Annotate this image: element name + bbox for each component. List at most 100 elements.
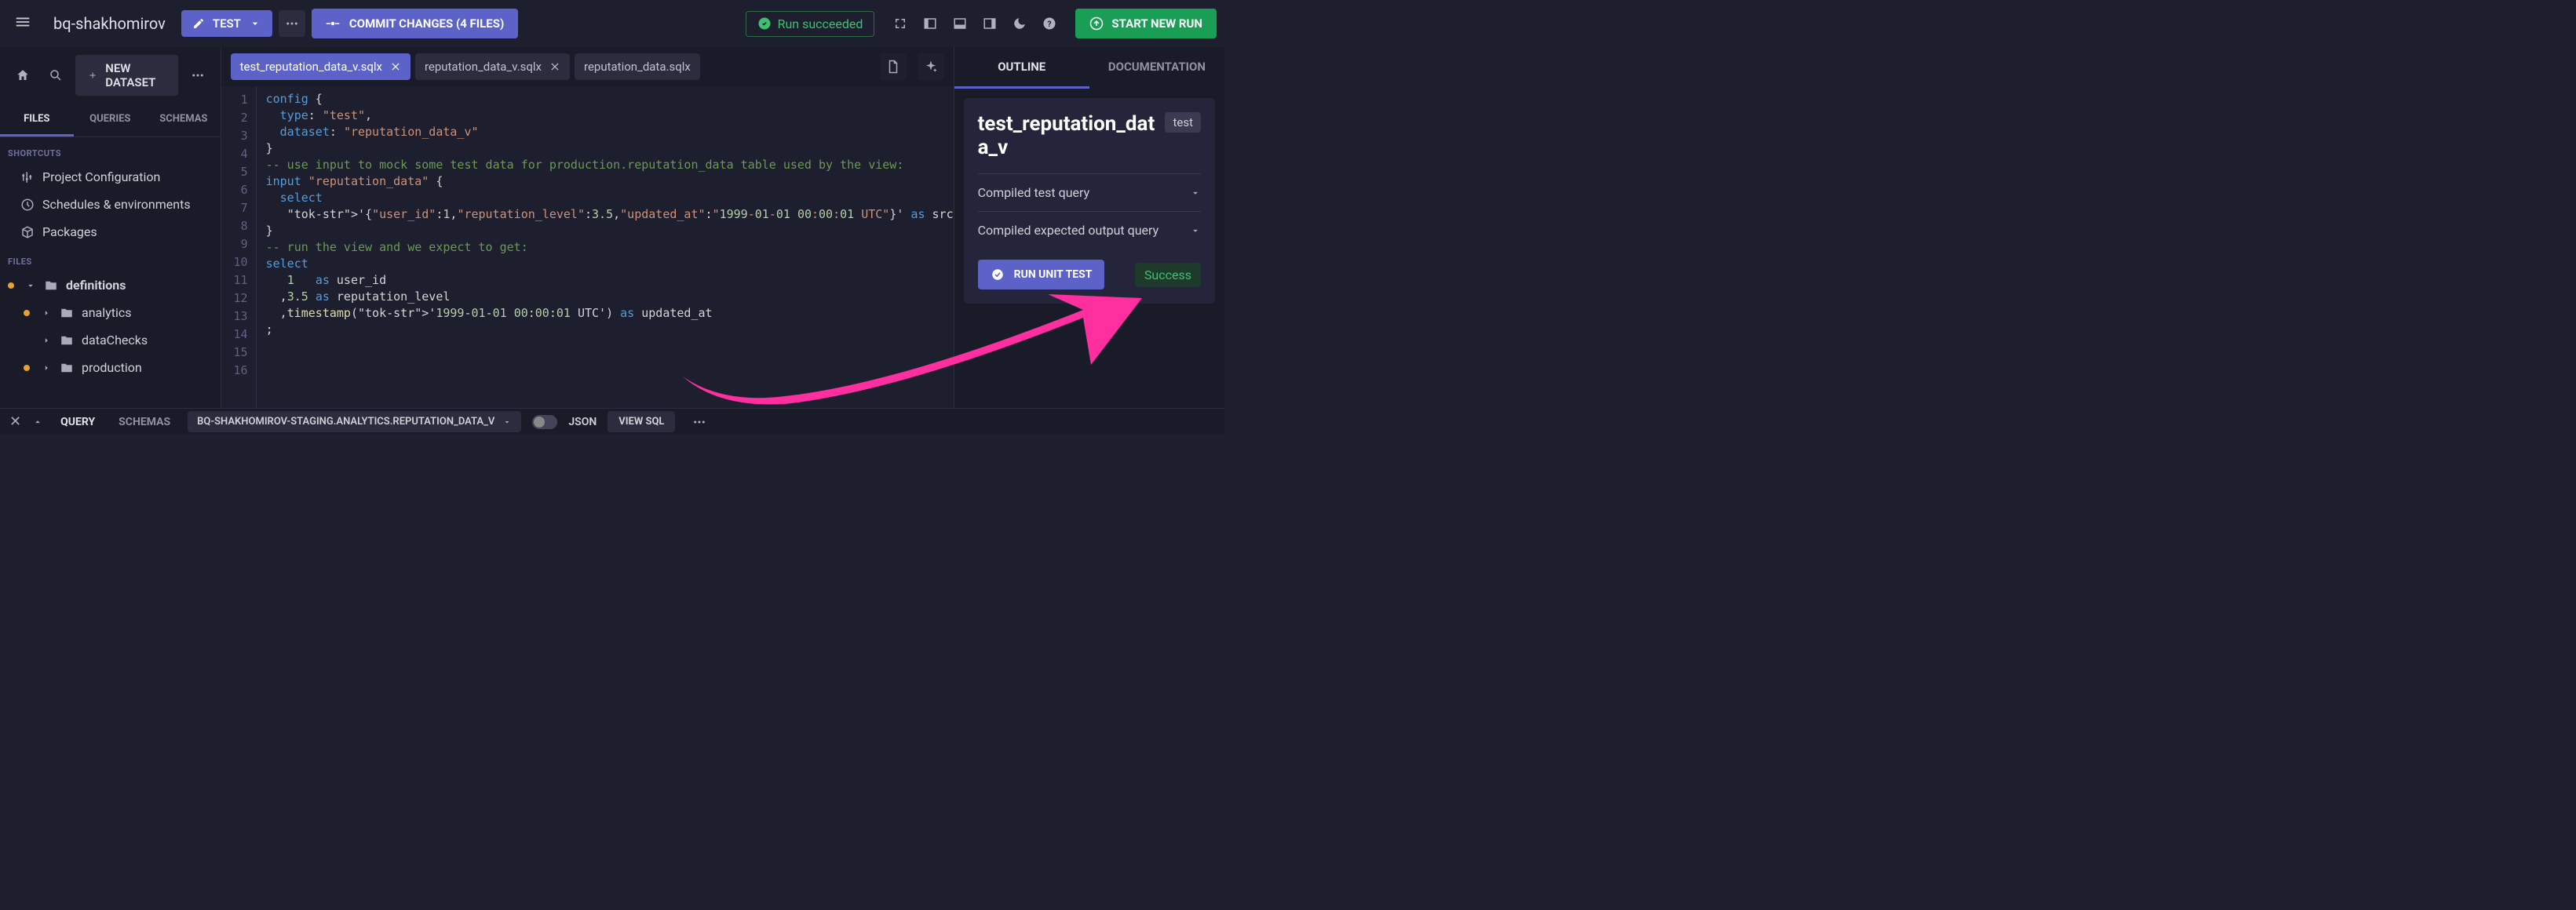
rpanel-tab-outline[interactable]: OUTLINE: [954, 47, 1089, 89]
theme-button[interactable]: [1006, 10, 1033, 37]
commit-icon: [326, 16, 340, 31]
editor-tab-label: reputation_data_v.sqlx: [425, 60, 542, 74]
file-tree-item-definitions[interactable]: definitions: [0, 271, 221, 299]
file-tree-item-datachecks[interactable]: dataChecks: [0, 326, 221, 354]
editor-tab[interactable]: test_reputation_data_v.sqlx: [231, 53, 410, 80]
folder-icon: [60, 361, 74, 375]
home-button[interactable]: [9, 62, 36, 89]
package-icon: [20, 225, 35, 239]
folder-icon: [44, 278, 58, 293]
shortcut-project-config[interactable]: Project Configuration: [0, 163, 221, 191]
panel-right-button[interactable]: [976, 10, 1003, 37]
modified-dot: [24, 365, 30, 371]
accordion-compiled-test[interactable]: Compiled test query: [978, 173, 1201, 211]
search-button[interactable]: [42, 62, 69, 89]
bottom-tab-schemas[interactable]: SCHEMAS: [112, 410, 177, 435]
help-icon: ?: [1042, 16, 1056, 31]
chevron-right-icon: [41, 362, 52, 373]
fullscreen-icon: [893, 16, 907, 31]
start-run-button[interactable]: START NEW RUN: [1075, 9, 1217, 38]
run-status-label: Run succeeded: [778, 16, 863, 31]
editor-ai-button[interactable]: [918, 53, 944, 80]
check-circle-icon: [757, 16, 772, 31]
dataset-label: BQ-SHAKHOMIROV-STAGING.ANALYTICS.REPUTAT…: [197, 416, 494, 428]
shortcut-label: Packages: [42, 224, 97, 239]
file-label: production: [82, 360, 142, 375]
expand-icon[interactable]: [32, 417, 43, 428]
type-badge: test: [1165, 112, 1201, 133]
modified-dot: [24, 310, 30, 316]
svg-text:?: ?: [1048, 19, 1052, 29]
chevron-down-icon: [1190, 225, 1201, 236]
commit-button[interactable]: COMMIT CHANGES (4 FILES): [312, 9, 518, 38]
editor-tab[interactable]: reputation_data.sqlx: [575, 53, 700, 80]
file-icon: [886, 60, 900, 74]
new-dataset-label: NEW DATASET: [105, 61, 165, 89]
right-panel: OUTLINE DOCUMENTATION test_reputation_da…: [954, 47, 1224, 408]
test-button-label: TEST: [213, 16, 241, 31]
accordion-label: Compiled expected output query: [978, 223, 1159, 238]
editor-tab[interactable]: reputation_data_v.sqlx: [415, 53, 570, 80]
bottom-tab-query[interactable]: QUERY: [54, 410, 101, 435]
file-tree-item-production[interactable]: production: [0, 354, 221, 381]
folder-icon: [60, 306, 74, 320]
start-run-label: START NEW RUN: [1111, 16, 1202, 31]
run-unit-label: RUN UNIT TEST: [1014, 268, 1093, 281]
sidebar-more-button[interactable]: [184, 62, 211, 89]
sidebar: NEW DATASET FILES QUERIES SCHEMAS SHORTC…: [0, 47, 221, 408]
sliders-icon: [20, 170, 35, 184]
project-name: bq-shakhomirov: [44, 14, 175, 33]
close-icon[interactable]: [549, 61, 560, 72]
chevron-right-icon: [41, 335, 52, 346]
panel-bottom-button[interactable]: [947, 10, 973, 37]
modified-dot: [8, 282, 14, 289]
sidebar-tab-files[interactable]: FILES: [0, 104, 74, 136]
view-sql-button[interactable]: VIEW SQL: [608, 411, 675, 432]
dots-icon: [191, 68, 205, 82]
editor-file-button[interactable]: [880, 53, 907, 80]
sidebar-tab-schemas[interactable]: SCHEMAS: [147, 104, 221, 136]
test-status-badge: Success: [1135, 263, 1201, 287]
editor-tab-label: reputation_data.sqlx: [584, 60, 691, 74]
menu-button[interactable]: [8, 7, 38, 40]
help-button[interactable]: ?: [1036, 10, 1063, 37]
chevron-down-icon: [249, 17, 261, 30]
home-icon: [16, 68, 30, 82]
fullscreen-button[interactable]: [887, 10, 914, 37]
run-status-badge[interactable]: Run succeeded: [746, 11, 875, 37]
search-icon: [49, 68, 63, 82]
accordion-compiled-expected[interactable]: Compiled expected output query: [978, 211, 1201, 249]
file-tree-item-analytics[interactable]: analytics: [0, 299, 221, 326]
sidebar-tab-queries[interactable]: QUERIES: [74, 104, 148, 136]
run-unit-test-button[interactable]: RUN UNIT TEST: [978, 260, 1105, 289]
dataset-selector[interactable]: BQ-SHAKHOMIROV-STAGING.ANALYTICS.REPUTAT…: [188, 411, 521, 432]
bottom-close-button[interactable]: ✕: [9, 413, 21, 430]
test-button[interactable]: TEST: [181, 10, 272, 37]
moon-icon: [1013, 16, 1027, 31]
json-toggle[interactable]: [532, 415, 557, 429]
shortcut-schedules[interactable]: Schedules & environments: [0, 191, 221, 218]
bottom-bar: ✕ QUERY SCHEMAS BQ-SHAKHOMIROV-STAGING.A…: [0, 408, 1224, 435]
shortcut-label: Project Configuration: [42, 169, 160, 184]
close-icon[interactable]: [390, 61, 401, 72]
editor-tab-label: test_reputation_data_v.sqlx: [240, 60, 382, 74]
chevron-down-icon: [502, 417, 512, 427]
file-label: definitions: [66, 278, 126, 293]
shortcuts-heading: SHORTCUTS: [0, 137, 221, 163]
sparkle-icon: [924, 60, 938, 74]
code-area[interactable]: config { type: "test", dataset: "reputat…: [256, 86, 954, 408]
files-heading: FILES: [0, 246, 221, 271]
outline-title: test_reputation_data_v: [978, 112, 1158, 159]
rpanel-tab-documentation[interactable]: DOCUMENTATION: [1089, 47, 1224, 89]
panel-bottom-icon: [953, 16, 967, 31]
panel-left-icon: [923, 16, 937, 31]
folder-icon: [60, 333, 74, 348]
more-button[interactable]: [279, 10, 305, 37]
chevron-right-icon: [41, 308, 52, 318]
upload-icon: [1089, 16, 1104, 31]
shortcut-packages[interactable]: Packages: [0, 218, 221, 246]
bottom-more-button[interactable]: [686, 409, 713, 435]
chevron-down-icon: [25, 280, 36, 291]
new-dataset-button[interactable]: NEW DATASET: [75, 55, 178, 96]
panel-left-button[interactable]: [917, 10, 943, 37]
